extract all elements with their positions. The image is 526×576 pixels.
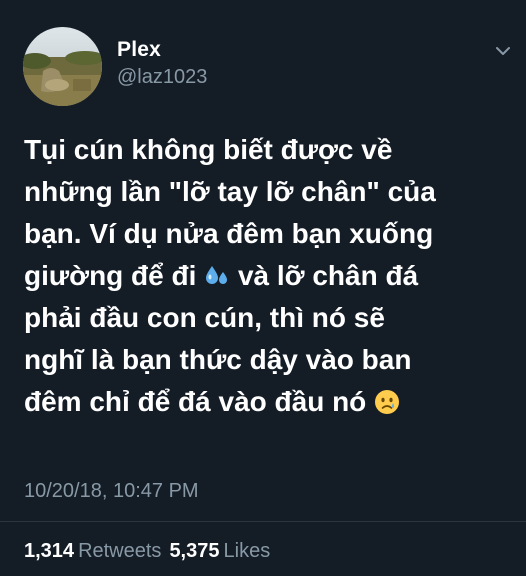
tweet-text-line: Tụi cún không biết được về [24,134,393,165]
tweet-text-line: nghĩ là bạn thức dậy vào ban [24,344,412,375]
tweet-text-line: đêm chỉ để đá vào đầu nó [24,381,516,423]
avatar-image [23,27,102,106]
tweet-text-segment: và lỡ chân đá [230,260,419,291]
tweet-text-line: bạn. Ví dụ nửa đêm bạn xuống [24,218,434,249]
tweet-stats: 1,314 Retweets 5,375 Likes [24,540,270,563]
tweet-text-segment: đêm chỉ để đá vào đầu nó [24,386,375,417]
author-display-name[interactable]: Plex [117,38,161,62]
likes-stat[interactable]: 5,375 Likes [169,540,270,562]
retweets-label: Retweets [78,540,162,562]
retweets-stat[interactable]: 1,314 Retweets [24,540,161,562]
tweet-text-segment: giường để đi [24,260,205,291]
likes-label: Likes [223,540,271,562]
sweat-droplets-icon [204,259,230,285]
crying-face-icon [374,385,400,414]
tweet-card: Plex @laz1023 Tụi cún không biết được về… [0,0,526,576]
avatar[interactable] [23,27,102,106]
tweet-text-line: phải đầu con cún, thì nó sẽ [24,302,385,333]
likes-count: 5,375 [169,540,220,562]
author-handle[interactable]: @laz1023 [117,66,207,89]
retweets-count: 1,314 [24,540,75,562]
chevron-down-icon[interactable] [495,44,511,56]
tweet-text: Tụi cún không biết được về những lần "lỡ… [24,129,516,423]
tweet-text-line: giường để đi và lỡ chân đá [24,255,516,297]
tweet-text-line: những lần "lỡ tay lỡ chân" của [24,176,436,207]
divider [0,521,526,522]
tweet-timestamp[interactable]: 10/20/18, 10:47 PM [24,480,199,503]
